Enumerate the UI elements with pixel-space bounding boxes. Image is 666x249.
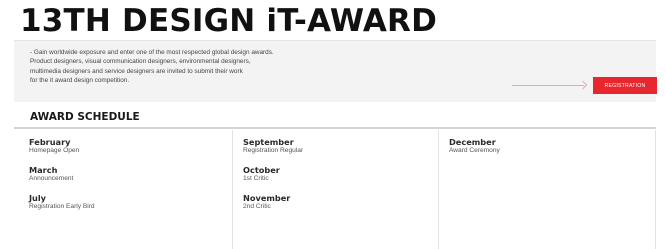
registration-button[interactable]: REGISTRATION [593, 77, 657, 94]
event-label: 1st Critic [243, 175, 269, 182]
arrow-line [512, 85, 584, 86]
intro-line: - Gain worldwide exposure and enter one … [30, 49, 274, 56]
month-label: October [243, 165, 280, 175]
divider [14, 127, 656, 129]
schedule-entry: December Award Ceremony [449, 137, 500, 155]
event-label: 2nd Critic [243, 203, 271, 210]
event-label: Registration Early Bird [29, 203, 95, 210]
schedule-column: September Registration Regular October 1… [233, 130, 439, 249]
schedule-heading: AWARD SCHEDULE [30, 111, 140, 123]
month-label: September [243, 137, 294, 147]
schedule-column: February Homepage Open March Announcemen… [14, 130, 233, 249]
intro-line: multimedia designers and service designe… [30, 67, 243, 75]
month-label: July [29, 193, 47, 203]
schedule-entry: July Registration Early Bird [29, 193, 95, 211]
schedule-entry: February Homepage Open [29, 137, 79, 155]
intro-panel: - Gain worldwide exposure and enter one … [14, 40, 657, 102]
schedule-entry: November 2nd Critic [243, 193, 290, 211]
month-label: February [29, 137, 71, 147]
event-label: Announcement [29, 175, 74, 182]
month-label: November [243, 193, 291, 203]
month-label: March [29, 165, 58, 175]
schedule-entry: October 1st Critic [243, 165, 280, 183]
page-title: 13TH DESIGN iT-AWARD [20, 3, 438, 39]
month-label: December [449, 137, 496, 147]
arrow-right-icon [578, 80, 588, 90]
schedule-entry: September Registration Regular [243, 137, 303, 155]
intro-text: - Gain worldwide exposure and enter one … [30, 48, 390, 86]
schedule-column: December Award Ceremony [439, 130, 656, 249]
schedule-entry: March Announcement [29, 165, 73, 183]
event-label: Registration Regular [243, 147, 304, 154]
event-label: Award Ceremony [449, 147, 500, 154]
event-label: Homepage Open [29, 147, 80, 154]
intro-line: for the it award design competition. [30, 77, 130, 85]
intro-line: Product designers, visual communication … [30, 58, 251, 66]
